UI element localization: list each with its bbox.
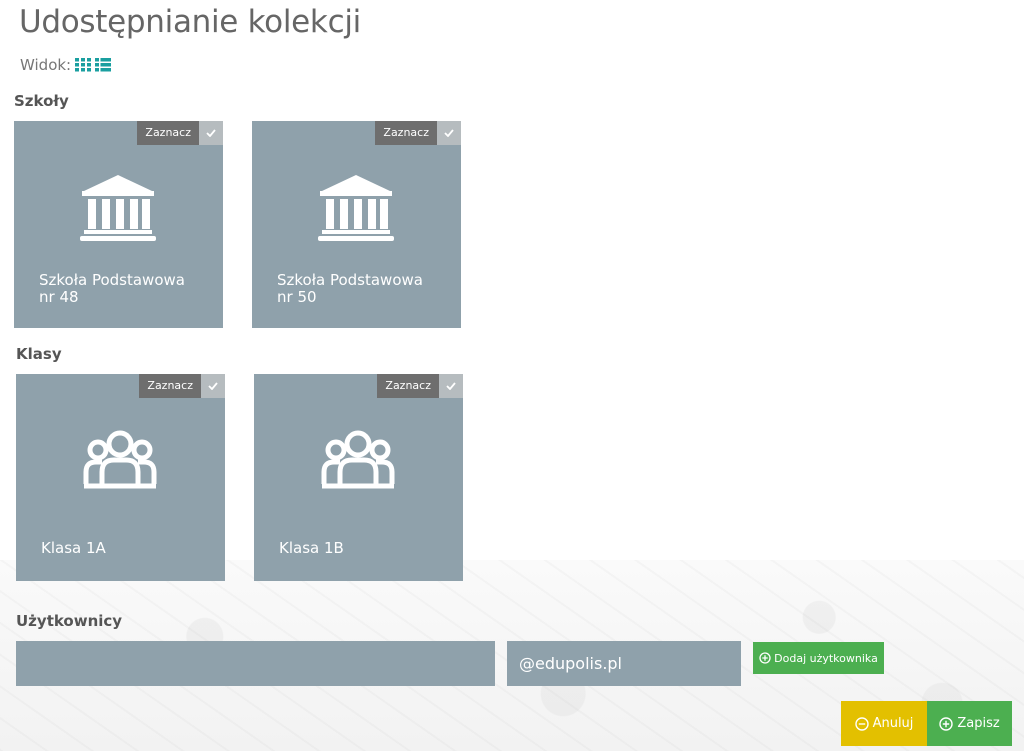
group-icon	[321, 430, 395, 489]
select-label: Zaznacz	[139, 374, 201, 398]
add-user-label: Dodaj użytkownika	[774, 651, 878, 665]
grid-icon[interactable]	[75, 58, 92, 72]
view-switcher: Widok:	[20, 56, 112, 74]
tile-label: Klasa 1A	[41, 539, 106, 557]
list-icon[interactable]	[95, 58, 112, 72]
cancel-button[interactable]: Anuluj	[841, 701, 927, 746]
select-toggle[interactable]: Zaznacz	[137, 121, 223, 145]
tile-label: Szkoła Podstawowa nr 48	[39, 272, 199, 306]
tile-label: Szkoła Podstawowa nr 50	[277, 272, 437, 306]
school-tile[interactable]: Zaznacz Szkoła Podstawowa nr 50	[252, 121, 461, 328]
section-title-schools: Szkoły	[14, 92, 69, 110]
tile-label-line1: Szkoła Podstawowa	[277, 271, 423, 289]
select-label: Zaznacz	[375, 121, 437, 145]
school-building-icon	[318, 175, 394, 241]
email-domain: @edupolis.pl	[507, 641, 741, 686]
plus-circle-icon	[759, 652, 771, 664]
school-tile[interactable]: Zaznacz Szkoła Podstawowa nr 48	[14, 121, 223, 328]
school-building-icon	[80, 175, 156, 241]
check-icon[interactable]	[437, 121, 461, 145]
section-title-users: Użytkownicy	[16, 612, 123, 630]
check-icon[interactable]	[199, 121, 223, 145]
tile-label: Klasa 1B	[279, 539, 344, 557]
class-tile[interactable]: Zaznacz Klasa 1B	[254, 374, 463, 581]
check-icon[interactable]	[201, 374, 225, 398]
tile-label-line2: nr 48	[39, 288, 79, 306]
save-label: Zapisz	[957, 716, 1000, 731]
cancel-label: Anuluj	[872, 716, 914, 731]
plus-circle-icon	[939, 716, 954, 731]
group-icon	[83, 430, 157, 489]
class-tile[interactable]: Zaznacz Klasa 1A	[16, 374, 225, 581]
section-title-classes: Klasy	[16, 345, 62, 363]
select-toggle[interactable]: Zaznacz	[375, 121, 461, 145]
select-toggle[interactable]: Zaznacz	[377, 374, 463, 398]
minus-circle-icon	[854, 716, 869, 731]
select-toggle[interactable]: Zaznacz	[139, 374, 225, 398]
check-icon[interactable]	[439, 374, 463, 398]
user-login-input[interactable]	[16, 641, 495, 686]
view-label: Widok:	[20, 56, 72, 74]
page-title: Udostępnianie kolekcji	[19, 4, 361, 40]
tile-label-line1: Szkoła Podstawowa	[39, 271, 185, 289]
add-user-button[interactable]: Dodaj użytkownika	[753, 642, 884, 674]
select-label: Zaznacz	[137, 121, 199, 145]
select-label: Zaznacz	[377, 374, 439, 398]
save-button[interactable]: Zapisz	[927, 701, 1012, 746]
tile-label-line2: nr 50	[277, 288, 317, 306]
